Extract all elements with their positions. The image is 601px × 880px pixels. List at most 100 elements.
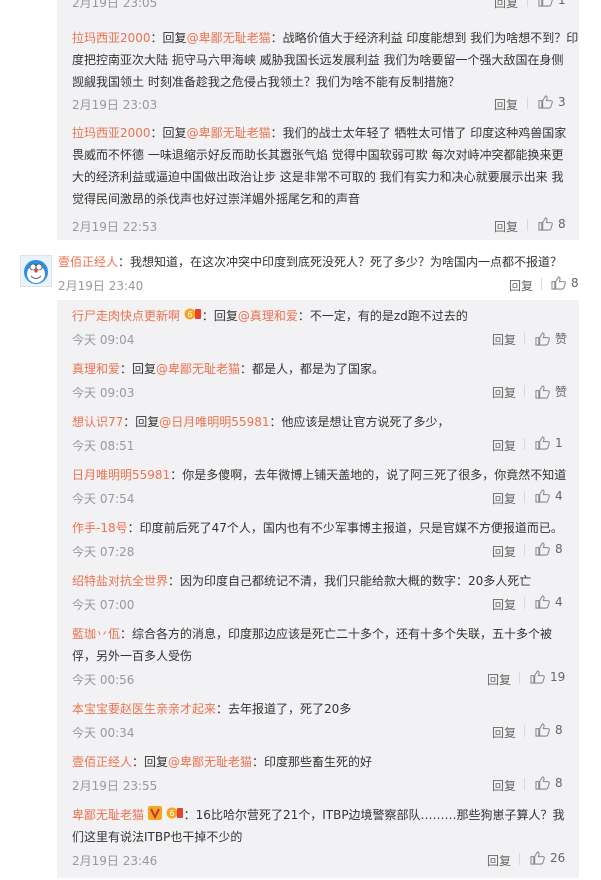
thumbs-up-icon: [535, 489, 550, 503]
user-name[interactable]: 藍珈丷佤: [72, 627, 120, 641]
user-name[interactable]: 拉玛西亚2000: [72, 31, 151, 45]
reply-time: 今天 09:03: [72, 386, 135, 400]
user-name[interactable]: 拉玛西亚2000: [72, 126, 151, 140]
like-button[interactable]: 3: [538, 95, 566, 109]
reply-button[interactable]: 回复: [494, 96, 518, 113]
avatar[interactable]: [20, 255, 52, 287]
thumbs-up-icon: [538, 0, 553, 7]
user-name[interactable]: 绍特盐对抗全世界: [72, 574, 168, 588]
thumbs-up-icon: [535, 776, 550, 790]
reply-text: 本宝宝要赵医生亲亲才起来：去年报道了，死了20多: [72, 702, 352, 716]
thumbs-up-icon: [530, 851, 545, 865]
like-button[interactable]: 4: [535, 489, 563, 503]
divider: [527, 219, 528, 231]
divider: [524, 438, 525, 450]
reply-time: 2月19日 22:53: [72, 220, 158, 234]
thumbs-up-icon: [530, 670, 545, 684]
thumbs-up-icon: [535, 542, 550, 556]
user-name[interactable]: 行尸走肉快点更新啊: [72, 309, 180, 323]
mention-link[interactable]: @卑鄙无耻老猫: [156, 362, 240, 376]
like-button[interactable]: 8: [538, 217, 566, 231]
thumbs-up-icon: [551, 276, 566, 290]
like-count: 4: [555, 489, 563, 503]
reply-time: 今天 07:00: [72, 598, 135, 612]
svg-text:6: 6: [187, 310, 192, 319]
vip-badge-icon: 6: [166, 805, 184, 827]
user-name[interactable]: 本宝宝要赵医生亲亲才起来: [72, 702, 216, 716]
like-button[interactable]: 8: [535, 776, 563, 790]
mention-link[interactable]: @卑鄙无耻老猫: [168, 755, 252, 769]
reply-button[interactable]: 回复: [492, 490, 516, 507]
reply-time: 2月19日 23:05: [72, 0, 158, 10]
like-count: 8: [558, 217, 566, 231]
like-count: 3: [558, 95, 566, 109]
reply-text: 藍珈丷佤：综合各方的消息，印度那边应该是死亡二十多个，还有十多个失联，五十多个被: [72, 627, 553, 641]
like-button[interactable]: 1: [538, 0, 566, 7]
user-name[interactable]: 想认识77: [72, 415, 123, 429]
reply-text: 真理和爱：回复@卑鄙无耻老猫：都是人，都是为了国家。: [72, 362, 385, 376]
divider: [524, 597, 525, 609]
like-count: 8: [555, 723, 563, 737]
reply-button[interactable]: 回复: [492, 777, 516, 794]
reply-button[interactable]: 回复: [494, 0, 518, 11]
divider: [519, 672, 520, 684]
user-name[interactable]: 壹佰正经人: [72, 755, 132, 769]
reply-text-line: 觊觎我国领土 时刻准备趁我之危侵占我领土？我们为啥不能有反制措施？: [72, 75, 460, 89]
thumbs-up-icon: [538, 95, 553, 109]
mention-link[interactable]: @日月唯明明55981: [159, 415, 269, 429]
reply-button[interactable]: 回复: [487, 671, 511, 688]
reply-button[interactable]: 回复: [494, 218, 518, 235]
mention-link[interactable]: @卑鄙无耻老猫: [187, 126, 271, 140]
like-button[interactable]: 1: [535, 436, 563, 450]
user-name[interactable]: 壹佰正经人: [58, 255, 118, 269]
reply-button[interactable]: 回复: [509, 277, 533, 294]
reply-button[interactable]: 回复: [492, 724, 516, 741]
reply-button[interactable]: 回复: [492, 596, 516, 613]
reply-time: 今天 09:04: [72, 333, 135, 347]
like-button[interactable]: 8: [535, 723, 563, 737]
user-name[interactable]: 作手-18号: [72, 521, 128, 535]
divider: [524, 725, 525, 737]
like-count: 4: [555, 595, 563, 609]
divider: [541, 278, 542, 290]
thumbs-up-icon: [535, 595, 550, 609]
reply-time: 今天 08:51: [72, 439, 135, 453]
divider: [524, 544, 525, 556]
reply-text-line: 觉得民间激昂的杀伐声也好过崇洋媚外摇尾乞和的声音: [72, 192, 361, 206]
thumbs-up-icon: [535, 384, 550, 399]
like-count: 8: [555, 542, 563, 556]
verified-v-badge-icon: [147, 805, 162, 827]
like-count: 8: [555, 776, 563, 790]
user-name[interactable]: 真理和爱: [72, 362, 120, 376]
reply-text-line: 度把控南亚次大陆 扼守马六甲海峡 威胁我国长远发展利益 我们为啥要留一个强大敌国…: [72, 53, 564, 67]
divider: [524, 332, 525, 344]
mention-link[interactable]: @卑鄙无耻老猫: [187, 31, 271, 45]
reply-button[interactable]: 回复: [492, 543, 516, 560]
reply-button[interactable]: 回复: [492, 331, 516, 348]
reply-text: 想认识77：回复@日月唯明明55981：他应该是想让官方说死了多少，: [72, 415, 450, 429]
like-button[interactable]: 8: [551, 276, 579, 290]
reply-time: 今天 00:34: [72, 726, 135, 740]
like-count: 1: [558, 0, 566, 7]
reply-text: 拉玛西亚2000：回复@卑鄙无耻老猫：战略价值大于经济利益 印度能想到 我们为啥…: [72, 31, 579, 45]
reply-button[interactable]: 回复: [487, 852, 511, 869]
reply-time: 今天 07:54: [72, 492, 135, 506]
divider: [527, 0, 528, 7]
reply-button[interactable]: 回复: [492, 384, 516, 401]
svg-text:6: 6: [169, 809, 174, 818]
user-name[interactable]: 卑鄙无耻老猫: [72, 808, 144, 822]
reply-button[interactable]: 回复: [492, 437, 516, 454]
like-button[interactable]: 8: [535, 542, 563, 556]
reply-text: 作手-18号：印度前后死了47个人，国内也有不少军事博主报道，只是官媒不方便报道…: [72, 521, 563, 535]
reply-text-line: 大的经济利益或逼迫中国做出政治让步 这是非常不可取的 我们有实力和决心就要展示出…: [72, 170, 564, 184]
divider: [524, 491, 525, 503]
like-button[interactable]: 赞: [535, 383, 567, 400]
user-name[interactable]: 日月唯明明55981: [72, 468, 170, 482]
divider: [524, 778, 525, 790]
like-button[interactable]: 19: [530, 670, 565, 684]
like-button[interactable]: 26: [530, 851, 565, 865]
comment-time: 2月19日 23:40: [58, 279, 144, 293]
like-button[interactable]: 赞: [535, 330, 567, 347]
like-button[interactable]: 4: [535, 595, 563, 609]
mention-link[interactable]: @真理和爱: [238, 309, 298, 323]
